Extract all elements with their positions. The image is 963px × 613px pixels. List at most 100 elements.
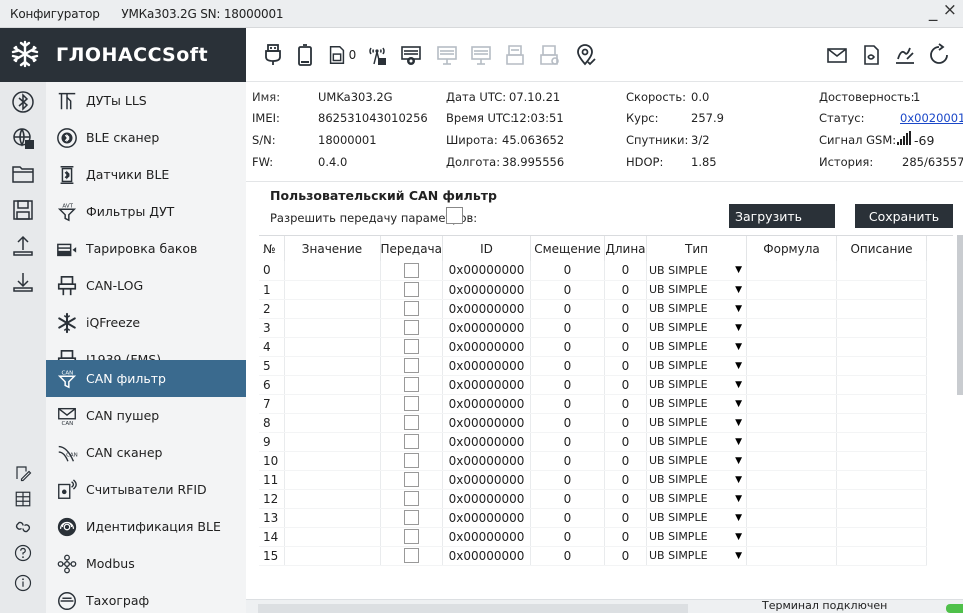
length-cell[interactable]: 0 [604, 299, 647, 319]
table-row[interactable]: 6 0x00000000 0 0 UB SIMPLE ▼ [259, 375, 927, 395]
length-cell[interactable]: 0 [604, 261, 647, 281]
value-cell[interactable] [284, 299, 381, 319]
transfer-checkbox[interactable] [403, 396, 419, 411]
offset-cell[interactable]: 0 [530, 318, 605, 338]
offset-cell[interactable]: 0 [530, 356, 605, 376]
value-cell[interactable] [284, 451, 381, 471]
formula-cell[interactable] [746, 337, 837, 357]
formula-cell[interactable] [746, 299, 837, 319]
description-cell[interactable] [836, 527, 927, 547]
id-cell[interactable]: 0x00000000 [442, 508, 531, 528]
folder-icon[interactable] [11, 162, 35, 186]
transfer-cell[interactable] [380, 451, 443, 471]
description-cell[interactable] [836, 318, 927, 338]
offset-cell[interactable]: 0 [530, 451, 605, 471]
formula-cell[interactable] [746, 470, 837, 490]
column-header[interactable]: Передача [380, 236, 443, 261]
transfer-checkbox[interactable] [403, 453, 419, 468]
offset-cell[interactable]: 0 [530, 489, 605, 509]
value-cell[interactable] [284, 508, 381, 528]
type-select[interactable]: UB SIMPLE ▼ [646, 261, 747, 281]
status-link[interactable]: 0x00200010 [900, 111, 963, 125]
refresh-icon[interactable] [926, 42, 952, 68]
offset-cell[interactable]: 0 [530, 508, 605, 528]
offset-cell[interactable]: 0 [530, 470, 605, 490]
column-header[interactable]: Смещение [530, 236, 605, 261]
dropdown-arrow-icon[interactable]: ▼ [735, 342, 742, 352]
description-cell[interactable] [836, 470, 927, 490]
offset-cell[interactable]: 0 [530, 261, 605, 281]
id-cell[interactable]: 0x00000000 [442, 394, 531, 414]
minimize-button[interactable]: _ [929, 2, 943, 22]
device-icon[interactable] [502, 42, 528, 68]
transfer-checkbox[interactable] [403, 282, 419, 297]
transfer-cell[interactable] [380, 489, 443, 509]
sidebar-item-can-scanner[interactable]: CAN CAN сканер [46, 434, 246, 471]
formula-cell[interactable] [746, 280, 837, 300]
column-header[interactable]: Формула [746, 236, 837, 261]
formula-cell[interactable] [746, 508, 837, 528]
upload-icon[interactable] [11, 234, 35, 258]
formula-cell[interactable] [746, 356, 837, 376]
device-settings-icon[interactable] [398, 42, 424, 68]
horizontal-scrollbar[interactable] [258, 604, 688, 613]
dropdown-arrow-icon[interactable]: ▼ [735, 399, 742, 409]
sidebar-item-can-filter[interactable]: CAN CAN фильтр [46, 360, 246, 397]
table-row[interactable]: 5 0x00000000 0 0 UB SIMPLE ▼ [259, 356, 927, 376]
description-cell[interactable] [836, 413, 927, 433]
transfer-checkbox[interactable] [403, 491, 419, 506]
id-cell[interactable]: 0x00000000 [442, 432, 531, 452]
offset-cell[interactable]: 0 [530, 299, 605, 319]
offset-cell[interactable]: 0 [530, 280, 605, 300]
formula-cell[interactable] [746, 489, 837, 509]
table-row[interactable]: 8 0x00000000 0 0 UB SIMPLE ▼ [259, 413, 927, 433]
save-icon[interactable] [11, 198, 35, 222]
length-cell[interactable]: 0 [604, 318, 647, 338]
id-cell[interactable]: 0x00000000 [442, 451, 531, 471]
dropdown-arrow-icon[interactable]: ▼ [735, 380, 742, 390]
signature-icon[interactable] [892, 42, 918, 68]
length-cell[interactable]: 0 [604, 413, 647, 433]
id-cell[interactable]: 0x00000000 [442, 413, 531, 433]
file-icon[interactable] [858, 42, 884, 68]
offset-cell[interactable]: 0 [530, 375, 605, 395]
column-header[interactable]: № [259, 236, 285, 261]
column-header[interactable]: Значение [284, 236, 381, 261]
type-select[interactable]: UB SIMPLE ▼ [646, 508, 747, 528]
table-row[interactable]: 7 0x00000000 0 0 UB SIMPLE ▼ [259, 394, 927, 414]
table-scrollbar[interactable] [957, 235, 963, 395]
type-select[interactable]: UB SIMPLE ▼ [646, 356, 747, 376]
transfer-cell[interactable] [380, 394, 443, 414]
offset-cell[interactable]: 0 [530, 527, 605, 547]
dropdown-arrow-icon[interactable]: ▼ [735, 304, 742, 314]
id-cell[interactable]: 0x00000000 [442, 356, 531, 376]
transfer-cell[interactable] [380, 375, 443, 395]
sidebar-item-rfid[interactable]: Считыватели RFID [46, 471, 246, 508]
sim-icon[interactable]: 0 [324, 42, 358, 68]
description-cell[interactable] [836, 299, 927, 319]
battery-icon[interactable] [292, 42, 318, 68]
transfer-checkbox[interactable] [403, 434, 419, 449]
usb-icon[interactable] [260, 42, 286, 68]
description-cell[interactable] [836, 546, 927, 566]
bluetooth-icon[interactable] [11, 90, 35, 114]
type-select[interactable]: UB SIMPLE ▼ [646, 527, 747, 547]
network-icon[interactable] [11, 126, 35, 150]
value-cell[interactable] [284, 413, 381, 433]
device-icon[interactable] [468, 42, 494, 68]
type-select[interactable]: UB SIMPLE ▼ [646, 375, 747, 395]
column-header[interactable]: Длина [604, 236, 647, 261]
table-row[interactable]: 2 0x00000000 0 0 UB SIMPLE ▼ [259, 299, 927, 319]
window-controls[interactable]: _ × [929, 0, 957, 22]
load-button[interactable]: Загрузить [729, 204, 835, 228]
offset-cell[interactable]: 0 [530, 413, 605, 433]
transfer-cell[interactable] [380, 508, 443, 528]
link-icon[interactable] [14, 518, 32, 536]
transfer-cell[interactable] [380, 318, 443, 338]
length-cell[interactable]: 0 [604, 337, 647, 357]
value-cell[interactable] [284, 394, 381, 414]
transfer-cell[interactable] [380, 470, 443, 490]
value-cell[interactable] [284, 432, 381, 452]
transfer-checkbox[interactable] [403, 472, 419, 487]
transfer-checkbox[interactable] [403, 301, 419, 316]
